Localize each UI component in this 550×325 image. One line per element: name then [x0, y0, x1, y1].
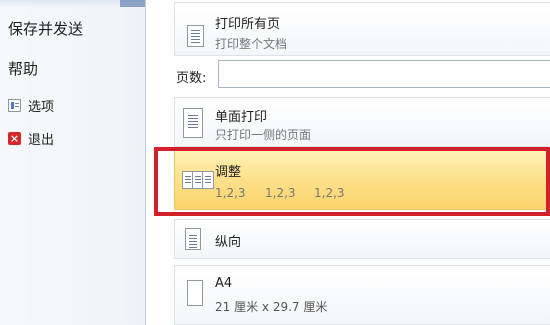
nav-item-exit[interactable]: × 退出	[8, 129, 54, 148]
nav-item-exit-label: 退出	[28, 133, 55, 148]
collate-dropdown[interactable]: 调整 1,2,3 1,2,3 1,2,3	[174, 150, 550, 210]
exit-icon: ×	[8, 132, 21, 145]
collate-title: 调整	[215, 165, 242, 180]
collate-sequence-1: 1,2,3	[215, 186, 246, 200]
nav-item-save-send[interactable]: 保存并发送	[8, 18, 83, 39]
paper-size-subtitle: 21 厘米 x 29.7 厘米	[215, 300, 328, 314]
sides-subtitle: 只打印一侧的页面	[215, 128, 312, 142]
orientation-title: 纵向	[215, 235, 242, 250]
active-tab-notch	[120, 0, 145, 7]
portrait-page-icon	[185, 228, 201, 250]
orientation-dropdown[interactable]: 纵向	[174, 219, 550, 259]
paper-size-icon	[187, 280, 203, 306]
collate-icon	[182, 171, 214, 191]
sides-title: 单面打印	[215, 110, 268, 125]
paper-size-dropdown[interactable]: A4 21 厘米 x 29.7 厘米	[174, 265, 550, 325]
document-stack-icon	[183, 21, 204, 47]
collate-sequence-2: 1,2,3	[265, 186, 296, 200]
nav-item-options-label: 选项	[28, 100, 55, 115]
one-sided-page-icon	[183, 108, 203, 138]
print-range-subtitle: 打印整个文档	[215, 37, 288, 51]
pages-input[interactable]	[218, 60, 550, 88]
backstage-nav: 保存并发送 帮助 选项 × 退出	[0, 0, 146, 325]
print-range-title: 打印所有页	[215, 17, 281, 32]
pages-label: 页数:	[176, 71, 207, 86]
collate-sequence-3: 1,2,3	[314, 186, 345, 200]
print-settings-panel: 打印所有页 打印整个文档 页数: 单面打印 只打印一侧的页面 调整 1,2,3 …	[146, 0, 550, 325]
nav-item-help[interactable]: 帮助	[8, 58, 38, 79]
options-icon	[8, 99, 21, 112]
print-range-dropdown[interactable]: 打印所有页 打印整个文档	[174, 2, 550, 56]
sides-dropdown[interactable]: 单面打印 只打印一侧的页面	[174, 97, 550, 147]
paper-size-title: A4	[215, 276, 233, 291]
nav-item-options[interactable]: 选项	[8, 96, 54, 115]
